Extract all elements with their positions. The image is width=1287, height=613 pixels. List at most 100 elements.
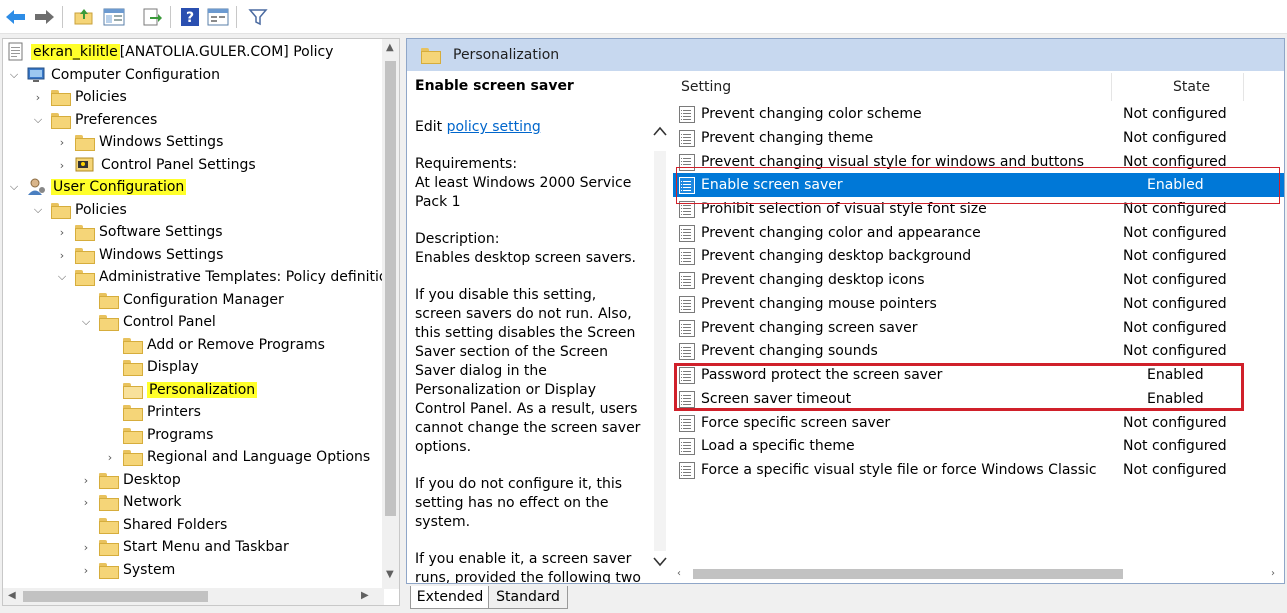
chevron-right-icon[interactable]: ›	[79, 491, 93, 513]
list-row[interactable]: Password protect the screen saver Enabled	[673, 363, 1284, 387]
svg-text:?: ?	[186, 10, 194, 26]
chevron-down-icon[interactable]: ⌵	[79, 311, 93, 333]
show-hide-tree-icon[interactable]	[102, 5, 126, 29]
tree-item-cc-preferences[interactable]: ⌵ Preferences	[31, 109, 157, 131]
list-row[interactable]: Force a specific visual style file or fo…	[673, 458, 1284, 482]
help-icon[interactable]: ?	[178, 5, 202, 29]
list-row[interactable]: Prevent changing mouse pointers Not confi…	[673, 292, 1284, 316]
scroll-left-icon[interactable]: ◀	[8, 590, 16, 601]
list-header: Setting State	[673, 71, 1284, 105]
tree-horizontal-scrollbar[interactable]: ◀ ▶	[3, 588, 384, 605]
chevron-down-icon[interactable]: ⌵	[31, 199, 45, 221]
tree-item-programs[interactable]: Programs	[103, 424, 213, 446]
properties-icon[interactable]	[206, 5, 230, 29]
policy-setting-icon	[679, 200, 695, 218]
list-row-selected[interactable]: Enable screen saver Enabled	[673, 173, 1284, 197]
scroll-right-icon[interactable]: ›	[1271, 568, 1275, 579]
tree-item-label: Administrative Templates: Policy definit…	[99, 269, 400, 285]
tree-item-computer-configuration[interactable]: ⌵ Computer Configuration	[7, 64, 220, 86]
scroll-thumb[interactable]	[385, 61, 396, 516]
column-divider[interactable]	[1243, 73, 1244, 101]
list-row[interactable]: Prevent changing color scheme Not configu…	[673, 102, 1284, 126]
chevron-up-icon[interactable]	[653, 126, 667, 136]
tree-item-cc-policies[interactable]: › Policies	[31, 86, 127, 108]
tab-extended[interactable]: Extended	[410, 586, 490, 609]
folder-icon	[123, 360, 143, 376]
chevron-right-icon[interactable]: ›	[79, 536, 93, 558]
tree-item-control-panel[interactable]: ⌵ Control Panel	[79, 311, 216, 333]
scroll-up-icon[interactable]: ▲	[386, 42, 394, 53]
tree-item-windows-settings[interactable]: › Windows Settings	[55, 244, 223, 266]
control-panel-settings-icon	[75, 157, 94, 172]
tree-item-cc-control-panel-settings[interactable]: › Control Panel Settings	[55, 154, 256, 176]
list-row[interactable]: Prevent changing color and appearance Not…	[673, 221, 1284, 245]
chevron-right-icon[interactable]: ›	[55, 154, 69, 176]
chevron-right-icon[interactable]: ›	[55, 244, 69, 266]
tab-standard[interactable]: Standard	[488, 586, 568, 609]
list-row[interactable]: Prevent changing visual style for window…	[673, 150, 1284, 174]
tree-item-shared-folders[interactable]: Shared Folders	[79, 514, 227, 536]
chevron-down-icon[interactable]: ⌵	[55, 266, 69, 288]
setting-name: Prevent changing color scheme	[701, 106, 922, 122]
policy-setting-link[interactable]: policy setting	[447, 119, 541, 135]
list-row[interactable]: Prevent changing screen saver Not configu…	[673, 316, 1284, 340]
list-row[interactable]: Prevent changing sounds Not configured	[673, 339, 1284, 363]
tree-item-cc-windows-settings[interactable]: › Windows Settings	[55, 131, 223, 153]
tree-item-uc-policies[interactable]: ⌵ Policies	[31, 199, 127, 221]
up-folder-icon[interactable]	[72, 5, 96, 29]
tree-item-personalization[interactable]: Personalization	[103, 379, 258, 401]
chevron-right-icon[interactable]: ›	[55, 131, 69, 153]
scroll-left-icon[interactable]: ‹	[677, 568, 681, 579]
tree-root-gpo[interactable]: ekran_kilitle [ANATOLIA.GULER.COM] Polic…	[7, 41, 333, 63]
chevron-down-icon[interactable]: ⌵	[7, 64, 21, 86]
list-row[interactable]: Load a specific theme Not configured	[673, 434, 1284, 458]
scroll-track[interactable]	[654, 151, 666, 551]
scroll-right-icon[interactable]: ▶	[361, 590, 369, 601]
tree-item-label: Shared Folders	[123, 517, 228, 533]
tree-item-administrative-templates[interactable]: ⌵ Administrative Templates: Policy defin…	[55, 266, 400, 288]
description-scrollbar[interactable]	[649, 71, 671, 583]
folder-icon	[99, 315, 119, 331]
tree-item-software-settings[interactable]: › Software Settings	[55, 221, 223, 243]
tree-item-start-menu-taskbar[interactable]: › Start Menu and Taskbar	[79, 536, 289, 558]
tree-item-user-configuration[interactable]: ⌵ User Configuration	[7, 176, 187, 198]
filter-icon[interactable]	[246, 5, 270, 29]
list-row[interactable]: Prevent changing desktop icons Not config…	[673, 268, 1284, 292]
forward-arrow-icon[interactable]	[32, 5, 56, 29]
back-arrow-icon[interactable]	[4, 5, 28, 29]
tree-item-regional-language[interactable]: › Regional and Language Options	[103, 446, 370, 468]
column-divider[interactable]	[1111, 73, 1112, 101]
chevron-right-icon[interactable]: ›	[79, 469, 93, 491]
tree-item-display[interactable]: Display	[103, 356, 199, 378]
tree-item-add-remove-programs[interactable]: Add or Remove Programs	[103, 334, 325, 356]
pane-header-title: Personalization	[453, 47, 560, 63]
list-row[interactable]: Prohibit selection of visual style font …	[673, 197, 1284, 221]
folder-icon	[75, 225, 95, 241]
scroll-thumb[interactable]	[23, 591, 208, 602]
list-row[interactable]: Screen saver timeout Enabled	[673, 387, 1284, 411]
tree-item-network[interactable]: › Network	[79, 491, 181, 513]
list-row[interactable]: Force specific screen saver Not configure…	[673, 411, 1284, 435]
chevron-right-icon[interactable]: ›	[55, 221, 69, 243]
tree-item-system[interactable]: › System	[79, 559, 175, 581]
tree-item-printers[interactable]: Printers	[103, 401, 201, 423]
chevron-right-icon[interactable]: ›	[31, 86, 45, 108]
export-list-icon[interactable]	[140, 5, 164, 29]
column-header-state[interactable]: State	[1173, 79, 1210, 95]
list-row[interactable]: Prevent changing theme Not configured	[673, 126, 1284, 150]
tree-item-label: Configuration Manager	[123, 292, 284, 308]
chevron-down-icon[interactable]: ⌵	[31, 109, 45, 131]
tree-vertical-scrollbar[interactable]: ▲ ▼	[382, 39, 399, 589]
list-horizontal-scrollbar[interactable]: ‹ ›	[673, 565, 1284, 583]
chevron-right-icon[interactable]: ›	[79, 559, 93, 581]
tree-item-configuration-manager[interactable]: Configuration Manager	[79, 289, 284, 311]
chevron-down-icon[interactable]	[653, 557, 667, 567]
folder-icon	[51, 113, 71, 129]
tree-item-desktop[interactable]: › Desktop	[79, 469, 181, 491]
column-header-setting[interactable]: Setting	[681, 79, 731, 95]
chevron-right-icon[interactable]: ›	[103, 446, 117, 468]
scroll-thumb[interactable]	[693, 569, 1123, 579]
scroll-down-icon[interactable]: ▼	[386, 569, 394, 580]
list-row[interactable]: Prevent changing desktop background Not c…	[673, 244, 1284, 268]
chevron-down-icon[interactable]: ⌵	[7, 176, 21, 198]
